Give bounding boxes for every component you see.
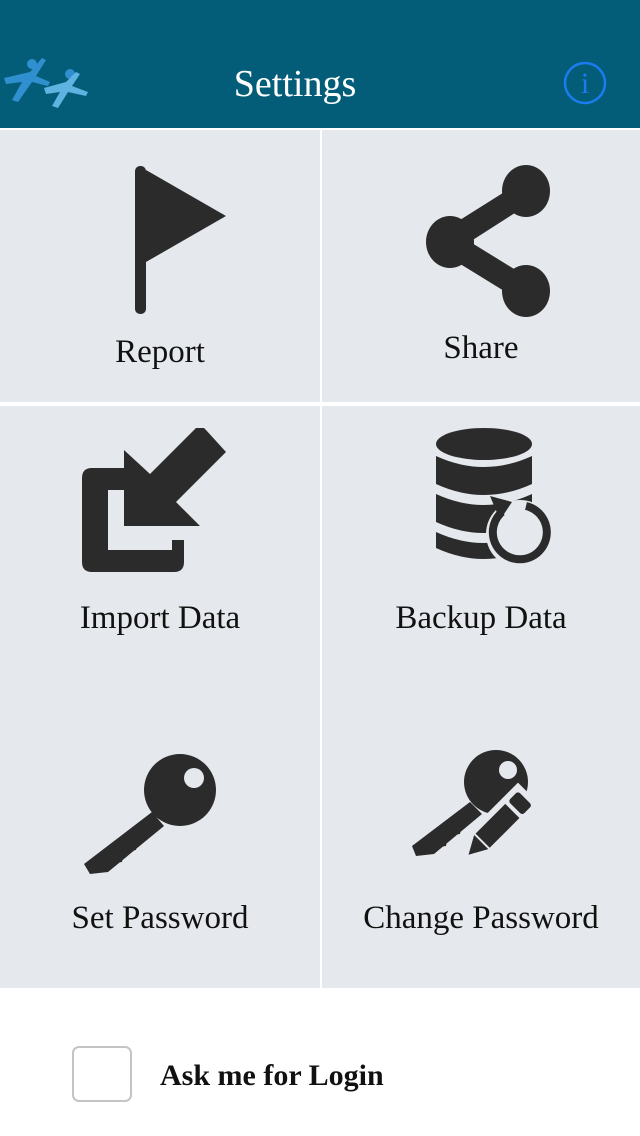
settings-grid: Report Share Import Data Backup Data Set… — [0, 128, 640, 988]
key-edit-icon — [412, 750, 540, 862]
header-bar: Settings i — [0, 0, 640, 128]
import-icon — [82, 428, 226, 572]
share-icon — [426, 165, 550, 317]
key-icon — [84, 754, 216, 874]
ask-login-label: Ask me for Login — [160, 1059, 384, 1092]
ask-login-checkbox[interactable] — [72, 1046, 132, 1102]
info-icon[interactable]: i — [562, 60, 608, 106]
svg-text:i: i — [581, 67, 589, 100]
database-backup-icon — [436, 428, 554, 568]
change-password-tile[interactable]: Change Password — [322, 694, 640, 988]
page-title: Settings — [233, 63, 357, 105]
import-data-label: Import Data — [79, 600, 241, 636]
change-password-label: Change Password — [363, 900, 599, 936]
report-tile[interactable]: Report — [0, 130, 320, 402]
report-label: Report — [115, 334, 205, 370]
backup-data-label: Backup Data — [395, 600, 567, 636]
share-label: Share — [443, 330, 519, 366]
set-password-label: Set Password — [71, 900, 249, 936]
login-option-row: Ask me for Login — [0, 988, 640, 1136]
set-password-tile[interactable]: Set Password — [0, 694, 320, 988]
flag-icon — [135, 166, 226, 314]
share-tile[interactable]: Share — [322, 130, 640, 402]
